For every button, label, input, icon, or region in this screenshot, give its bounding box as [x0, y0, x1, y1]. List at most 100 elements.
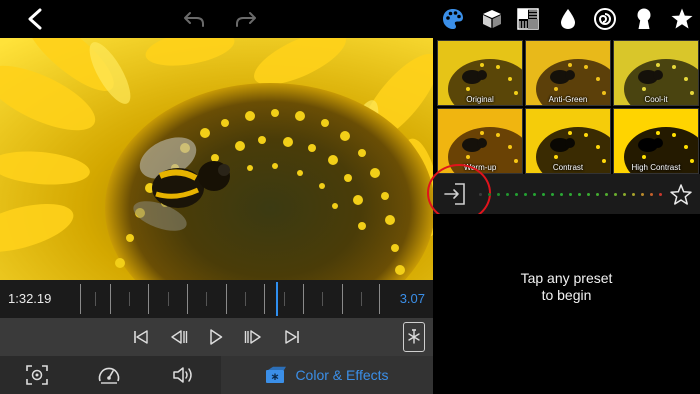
intensity-dot — [569, 193, 572, 196]
intensity-dot — [623, 193, 626, 196]
palette-tool-button[interactable] — [439, 5, 467, 33]
intensity-dot — [614, 193, 617, 196]
palette-icon — [443, 9, 463, 29]
timeline-tick — [284, 292, 285, 306]
cube-tool-button[interactable] — [478, 5, 506, 33]
timeline-scrubber[interactable] — [74, 280, 386, 318]
preset-anti-green[interactable]: Anti-Green — [525, 40, 611, 106]
star-icon — [671, 8, 693, 29]
back-button[interactable] — [20, 4, 50, 34]
color-effects-icon — [266, 366, 287, 383]
cube-icon — [483, 10, 501, 28]
timeline-tick — [168, 292, 169, 306]
preset-empty-area: Tap any preset to begin — [433, 214, 700, 356]
speed-icon — [98, 367, 120, 384]
intensity-dot — [659, 193, 662, 196]
drop-icon — [561, 9, 575, 29]
intensity-dot — [578, 193, 581, 196]
favorite-button[interactable] — [669, 183, 693, 207]
apply-to-clip-button[interactable] — [443, 182, 467, 206]
bottom-right-filler — [433, 356, 700, 394]
intensity-dot — [551, 193, 554, 196]
preset-label: Contrast — [552, 163, 584, 172]
preset-label: Anti-Green — [548, 95, 588, 104]
video-preview[interactable] — [0, 38, 433, 280]
intensity-dot — [650, 193, 653, 196]
preset-label: Cool-it — [644, 95, 668, 104]
timeline-bar: 1:32.19 3.07 — [0, 280, 433, 318]
timeline-tick — [110, 284, 111, 314]
preset-label: Original — [466, 95, 494, 104]
apply-to-clip-icon — [444, 183, 465, 205]
preset-cool-it[interactable]: Cool-it — [613, 40, 699, 106]
redo-button[interactable] — [232, 4, 260, 34]
timeline-tick — [80, 284, 81, 314]
keyhole-icon — [637, 8, 651, 29]
star-tool-button[interactable] — [668, 5, 696, 33]
drop-tool-button[interactable] — [554, 5, 582, 33]
undo-button[interactable] — [180, 4, 208, 34]
timeline-tick — [361, 292, 362, 306]
tab-volume[interactable] — [170, 363, 196, 387]
playhead[interactable] — [276, 282, 278, 316]
intensity-dot — [596, 193, 599, 196]
play-icon — [210, 329, 223, 345]
tab-color-effects[interactable]: Color & Effects — [221, 356, 433, 394]
intensity-dot — [479, 193, 482, 196]
volume-icon — [173, 367, 192, 383]
keyhole-tool-button[interactable] — [630, 5, 658, 33]
timeline-tick — [187, 284, 188, 314]
skip-end-icon — [285, 330, 299, 344]
star-outline-icon — [670, 184, 692, 205]
intensity-dot — [488, 193, 491, 196]
play-button[interactable] — [205, 327, 227, 347]
chevron-left-icon — [28, 8, 42, 30]
crop-focus-icon — [26, 365, 48, 385]
frame-forward-icon — [244, 330, 261, 344]
freeze-frame-icon — [408, 329, 420, 344]
timeline-tick — [322, 292, 323, 306]
timeline-tick — [342, 284, 343, 314]
intensity-dot — [497, 193, 500, 196]
freeze-frame-button[interactable] — [403, 322, 425, 352]
preset-original[interactable]: Original — [437, 40, 523, 106]
preset-contrast[interactable]: Contrast — [525, 108, 611, 174]
pattern-tool-button[interactable] — [514, 5, 542, 33]
timeline-tick — [95, 292, 96, 306]
skip-to-end-button[interactable] — [281, 327, 303, 347]
empty-state-line-2: to begin — [541, 287, 592, 303]
frame-forward-button[interactable] — [242, 327, 264, 347]
intensity-dot — [542, 193, 545, 196]
intensity-dot — [515, 193, 518, 196]
intensity-dot — [587, 193, 590, 196]
intensity-dot — [560, 193, 563, 196]
tab-crop-focus[interactable] — [24, 363, 50, 387]
swirl-tool-button[interactable] — [591, 5, 619, 33]
clip-duration: 3.07 — [399, 291, 425, 306]
timeline-tick — [245, 292, 246, 306]
timeline-tick — [206, 292, 207, 306]
swirl-icon — [594, 8, 616, 30]
current-time: 1:32.19 — [8, 291, 52, 306]
timeline-tick — [129, 292, 130, 306]
timeline-tick — [264, 284, 265, 314]
skip-start-icon — [134, 330, 148, 344]
preset-high-contrast[interactable]: High Contrast — [613, 108, 699, 174]
intensity-dot — [524, 193, 527, 196]
empty-state-message: Tap any preset to begin — [433, 270, 700, 304]
frame-back-button[interactable] — [168, 327, 190, 347]
preset-label: High Contrast — [631, 163, 681, 172]
intensity-dot — [632, 193, 635, 196]
preview-image — [0, 38, 433, 280]
preset-grid: Original Anti-Green Cool-it Warm-up Cont… — [433, 38, 700, 174]
tab-speed[interactable] — [96, 363, 122, 387]
intensity-dot — [641, 193, 644, 196]
undo-icon — [184, 12, 204, 27]
timeline-tick — [379, 284, 380, 314]
pattern-icon — [517, 8, 539, 30]
top-toolbar — [0, 0, 700, 38]
intensity-dot — [506, 193, 509, 196]
skip-to-start-button[interactable] — [130, 327, 152, 347]
transport-controls — [0, 318, 433, 356]
empty-state-line-1: Tap any preset — [520, 270, 613, 286]
